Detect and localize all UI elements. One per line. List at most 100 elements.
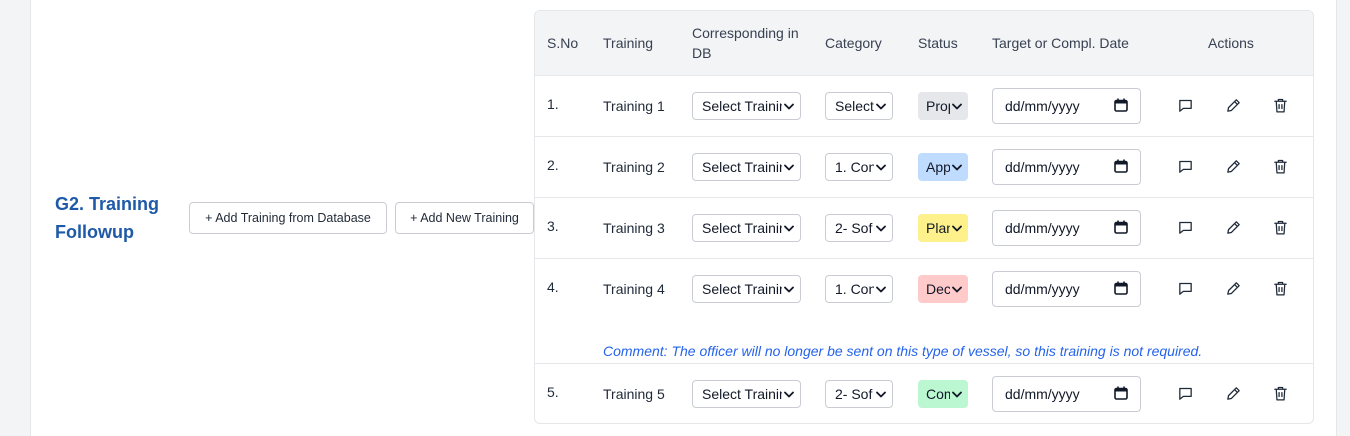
comment-icon[interactable] — [1176, 157, 1194, 175]
training-name: Training 3 — [603, 220, 665, 236]
header-actions: Actions — [1208, 35, 1254, 51]
target-date-input[interactable]: dd/mm/yyyy — [992, 149, 1141, 185]
corresponding-db-select[interactable]: Select Training — [692, 275, 801, 303]
corresponding-db-value: Select Training — [702, 159, 782, 175]
pencil-icon[interactable] — [1224, 384, 1242, 402]
status-value: Proposed — [926, 98, 950, 114]
status-select[interactable]: Approved — [918, 153, 968, 181]
target-date-input[interactable]: dd/mm/yyyy — [992, 210, 1141, 246]
add-new-training-button[interactable]: + Add New Training — [395, 202, 534, 234]
chevron-down-icon — [782, 103, 796, 110]
corresponding-db-select[interactable]: Select Training — [692, 153, 801, 181]
status-select[interactable]: Proposed — [918, 92, 968, 120]
category-value: 2- Sof — [835, 220, 873, 236]
category-select[interactable]: Select — [825, 92, 893, 120]
chevron-down-icon — [874, 225, 888, 232]
row-sno: 1. — [547, 96, 559, 112]
category-select[interactable]: 2- Sof — [825, 214, 893, 242]
calendar-icon[interactable] — [1114, 159, 1128, 176]
header-training: Training — [603, 35, 654, 51]
header-date: Target or Compl. Date — [992, 35, 1129, 51]
date-placeholder: dd/mm/yyyy — [1005, 159, 1080, 175]
trash-icon[interactable] — [1271, 279, 1289, 297]
trash-icon[interactable] — [1271, 96, 1289, 114]
target-date-input[interactable]: dd/mm/yyyy — [992, 271, 1141, 307]
training-table: S.No Training Corresponding in DB Catego… — [534, 10, 1314, 424]
date-placeholder: dd/mm/yyyy — [1005, 98, 1080, 114]
row-sno: 4. — [547, 279, 559, 295]
training-name: Training 2 — [603, 159, 665, 175]
calendar-icon[interactable] — [1114, 220, 1128, 237]
chevron-down-icon — [782, 286, 796, 293]
calendar-icon[interactable] — [1114, 281, 1128, 298]
category-select[interactable]: 1. Con — [825, 275, 893, 303]
status-select[interactable]: Declined — [918, 275, 968, 303]
target-date-input[interactable]: dd/mm/yyyy — [992, 88, 1141, 124]
pencil-icon[interactable] — [1224, 96, 1242, 114]
trash-icon[interactable] — [1271, 218, 1289, 236]
corresponding-db-select[interactable]: Select Training — [692, 214, 801, 242]
row-sno: 5. — [547, 384, 559, 400]
status-select[interactable]: Completed — [918, 380, 968, 408]
table-row: 3. Training 3 Select Training 2- Sof Planned… — [535, 198, 1313, 259]
status-value: Declined — [926, 281, 950, 297]
row-sno: 3. — [547, 218, 559, 234]
comment-icon[interactable] — [1176, 384, 1194, 402]
chevron-down-icon — [782, 164, 796, 171]
category-value: 1. Con — [835, 281, 874, 297]
pencil-icon[interactable] — [1224, 218, 1242, 236]
chevron-down-icon — [874, 164, 888, 171]
header-category: Category — [825, 35, 882, 51]
chevron-down-icon — [950, 103, 964, 110]
corresponding-db-value: Select Training — [702, 98, 782, 114]
trash-icon[interactable] — [1271, 384, 1289, 402]
add-training-from-database-button[interactable]: + Add Training from Database — [189, 202, 387, 234]
category-select[interactable]: 1. Con — [825, 153, 893, 181]
corresponding-db-select[interactable]: Select Training — [692, 92, 801, 120]
training-card: G2. Training Followup + Add Training fro… — [30, 0, 1337, 436]
table-row: 5. Training 5 Select Training 2- Sof Complet… — [535, 364, 1313, 423]
chevron-down-icon — [950, 164, 964, 171]
table-header: S.No Training Corresponding in DB Catego… — [535, 11, 1313, 76]
header-sno: S.No — [547, 35, 579, 51]
chevron-down-icon — [950, 225, 964, 232]
category-value: 2- Sof — [835, 386, 873, 402]
chevron-down-icon — [950, 391, 964, 398]
status-select[interactable]: Planned — [918, 214, 968, 242]
corresponding-db-value: Select Training — [702, 386, 782, 402]
date-placeholder: dd/mm/yyyy — [1005, 281, 1080, 297]
training-name: Training 4 — [603, 281, 665, 297]
category-value: Select — [835, 98, 874, 114]
comment-icon[interactable] — [1176, 279, 1194, 297]
pencil-icon[interactable] — [1224, 279, 1242, 297]
chevron-down-icon — [782, 391, 796, 398]
chevron-down-icon — [874, 103, 888, 110]
category-select[interactable]: 2- Sof — [825, 380, 893, 408]
category-value: 1. Con — [835, 159, 874, 175]
status-value: Approved — [926, 159, 950, 175]
corresponding-db-select[interactable]: Select Training — [692, 380, 801, 408]
row-comment: Comment: The officer will no longer be s… — [603, 343, 1203, 359]
table-row: 4. Training 4 Select Training 1. Con Decline… — [535, 259, 1313, 364]
section-title: G2. Training Followup — [55, 194, 160, 242]
training-name: Training 5 — [603, 386, 665, 402]
pencil-icon[interactable] — [1224, 157, 1242, 175]
comment-icon[interactable] — [1176, 218, 1194, 236]
table-row: 1. Training 1 Select Training Select Propose… — [535, 76, 1313, 137]
chevron-down-icon — [874, 391, 888, 398]
header-status: Status — [918, 35, 958, 51]
date-placeholder: dd/mm/yyyy — [1005, 220, 1080, 236]
calendar-icon[interactable] — [1114, 98, 1128, 115]
comment-icon[interactable] — [1176, 96, 1194, 114]
target-date-input[interactable]: dd/mm/yyyy — [992, 376, 1141, 412]
chevron-down-icon — [874, 286, 888, 293]
status-value: Planned — [926, 220, 950, 236]
date-placeholder: dd/mm/yyyy — [1005, 386, 1080, 402]
chevron-down-icon — [782, 225, 796, 232]
calendar-icon[interactable] — [1114, 386, 1128, 403]
chevron-down-icon — [950, 286, 964, 293]
trash-icon[interactable] — [1271, 157, 1289, 175]
header-corresponding: Corresponding in DB — [692, 25, 799, 61]
table-row: 2. Training 2 Select Training 1. Con Approve… — [535, 137, 1313, 198]
corresponding-db-value: Select Training — [702, 281, 782, 297]
